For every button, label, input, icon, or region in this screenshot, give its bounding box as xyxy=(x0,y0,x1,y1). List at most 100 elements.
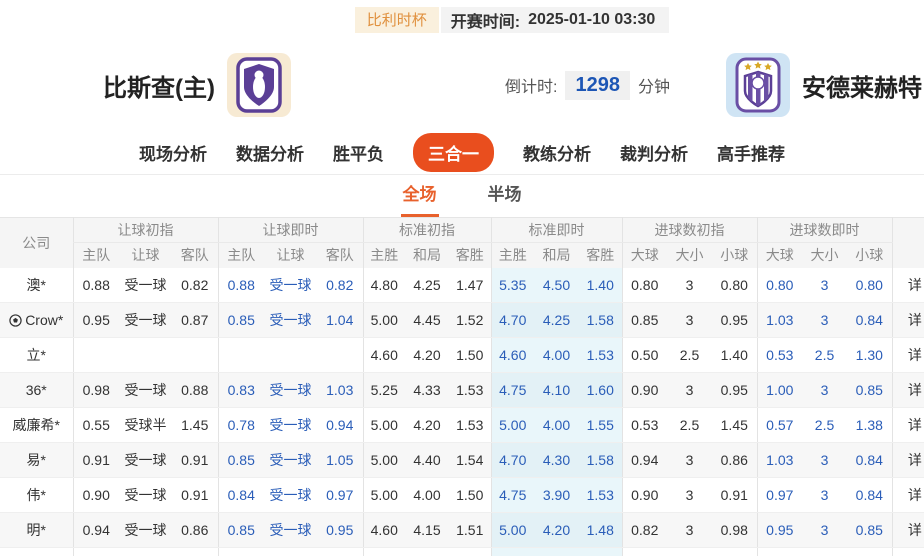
odds-cell: 1.54 xyxy=(449,443,491,478)
odds-cell: 4.50 xyxy=(534,268,579,303)
odds-cell: 3 xyxy=(802,478,847,513)
odds-cell: 0.95 xyxy=(757,513,802,548)
odds-cell: 5.00 xyxy=(363,443,405,478)
odds-cell: 1.51 xyxy=(449,513,491,548)
odds-cell: 2.5 xyxy=(802,338,847,373)
odds-cell: 0.85 xyxy=(847,373,892,408)
subcol-header: 让球 xyxy=(264,243,317,268)
odds-cell: 受一球 xyxy=(264,443,317,478)
partial-cell xyxy=(757,548,802,556)
nav-tab-1[interactable]: 数据分析 xyxy=(236,140,304,165)
company-header: 公司 xyxy=(0,218,73,268)
odds-cell: 1.38 xyxy=(847,408,892,443)
partial-cell xyxy=(119,548,172,556)
countdown-label: 倒计时: xyxy=(505,73,557,97)
odds-cell: 2.5 xyxy=(802,408,847,443)
odds-cell: 3 xyxy=(802,303,847,338)
detail-link[interactable]: 详 xyxy=(892,408,924,443)
odds-cell: 1.53 xyxy=(579,478,622,513)
subcol-header: 主队 xyxy=(73,243,119,268)
partial-cell xyxy=(264,548,317,556)
odds-cell: 1.58 xyxy=(579,303,622,338)
odds-table-body: 澳*0.88受一球0.820.88受一球0.824.804.251.475.35… xyxy=(0,268,924,556)
odds-cell: 0.88 xyxy=(73,268,119,303)
odds-cell: 5.00 xyxy=(491,513,534,548)
odds-cell: 0.94 xyxy=(73,513,119,548)
odds-cell: 0.90 xyxy=(622,478,667,513)
odds-cell: 0.95 xyxy=(73,303,119,338)
odds-cell: 2.5 xyxy=(667,338,712,373)
odds-cell: 4.60 xyxy=(363,513,405,548)
odds-cell: 0.90 xyxy=(622,373,667,408)
odds-cell: 0.85 xyxy=(218,443,264,478)
odds-cell: 0.90 xyxy=(73,478,119,513)
company-cell: 易* xyxy=(0,443,73,478)
kickoff-time-block: 开赛时间: 2025-01-10 03:30 xyxy=(441,7,670,33)
group-goals-initial: 进球数初指 xyxy=(622,218,757,243)
away-team-logo-icon xyxy=(726,53,790,117)
odds-cell: 1.00 xyxy=(757,373,802,408)
odds-cell: 3 xyxy=(802,373,847,408)
odds-cell: 0.86 xyxy=(712,443,757,478)
odds-row-立: 立*4.604.201.504.604.001.530.502.51.400.5… xyxy=(0,338,924,373)
odds-cell: 0.53 xyxy=(622,408,667,443)
partial-cell xyxy=(579,548,622,556)
odds-cell xyxy=(264,338,317,373)
odds-cell: 5.00 xyxy=(491,408,534,443)
odds-cell: 1.53 xyxy=(579,338,622,373)
nav-tab-2[interactable]: 胜平负 xyxy=(333,140,384,165)
detail-link[interactable]: 详 xyxy=(892,478,924,513)
odds-cell: 4.75 xyxy=(491,478,534,513)
odds-cell: 3 xyxy=(667,443,712,478)
subcol-header: 客胜 xyxy=(579,243,622,268)
detail-link[interactable]: 详 xyxy=(892,513,924,548)
odds-cell: 1.40 xyxy=(579,268,622,303)
partial-cell xyxy=(712,548,757,556)
detail-link[interactable]: 详 xyxy=(892,443,924,478)
home-team-logo-icon xyxy=(227,53,291,117)
odds-cell: 4.00 xyxy=(534,408,579,443)
subcol-header: 大球 xyxy=(757,243,802,268)
nav-tab-3[interactable]: 三合一 xyxy=(413,133,494,172)
odds-cell: 0.84 xyxy=(847,303,892,338)
odds-table-header: 公司 让球初指 让球即时 标准初指 标准即时 进球数初指 进球数即时 主队让球客… xyxy=(0,218,924,268)
odds-cell: 受一球 xyxy=(119,268,172,303)
subtab-0[interactable]: 全场 xyxy=(401,174,439,217)
odds-cell: 0.98 xyxy=(73,373,119,408)
league-badge[interactable]: 比利时杯 xyxy=(355,7,439,33)
odds-cell: 2.5 xyxy=(667,408,712,443)
odds-cell: 1.52 xyxy=(449,303,491,338)
partial-cell xyxy=(405,548,449,556)
odds-table: 公司 让球初指 让球即时 标准初指 标准即时 进球数初指 进球数即时 主队让球客… xyxy=(0,217,924,556)
subcol-header: 主胜 xyxy=(491,243,534,268)
odds-cell: 4.00 xyxy=(405,478,449,513)
nav-tab-5[interactable]: 裁判分析 xyxy=(620,140,688,165)
odds-cell: 4.45 xyxy=(405,303,449,338)
odds-cell: 0.88 xyxy=(218,268,264,303)
company-cell: 36* xyxy=(0,373,73,408)
detail-link[interactable]: 详 xyxy=(892,338,924,373)
odds-cell: 0.97 xyxy=(757,478,802,513)
company-cell: 伟* xyxy=(0,478,73,513)
odds-cell: 0.80 xyxy=(622,268,667,303)
countdown-value: 1298 xyxy=(565,71,630,100)
detail-link[interactable]: 详 xyxy=(892,303,924,338)
nav-tab-4[interactable]: 教练分析 xyxy=(523,140,591,165)
odds-cell: 0.91 xyxy=(712,478,757,513)
detail-link[interactable]: 详 xyxy=(892,373,924,408)
odds-cell: 1.45 xyxy=(712,408,757,443)
subcol-header: 和局 xyxy=(405,243,449,268)
subcol-header: 大小 xyxy=(667,243,712,268)
detail-link[interactable]: 详 xyxy=(892,268,924,303)
odds-cell: 受一球 xyxy=(119,303,172,338)
odds-cell: 0.80 xyxy=(712,268,757,303)
odds-cell: 4.80 xyxy=(363,268,405,303)
odds-cell: 1.40 xyxy=(712,338,757,373)
nav-tab-0[interactable]: 现场分析 xyxy=(139,140,207,165)
subcol-header: 小球 xyxy=(712,243,757,268)
odds-cell: 0.80 xyxy=(757,268,802,303)
nav-tab-6[interactable]: 高手推荐 xyxy=(717,140,785,165)
subtab-1[interactable]: 半场 xyxy=(486,174,524,217)
odds-cell: 4.70 xyxy=(491,443,534,478)
odds-cell: 0.85 xyxy=(847,513,892,548)
